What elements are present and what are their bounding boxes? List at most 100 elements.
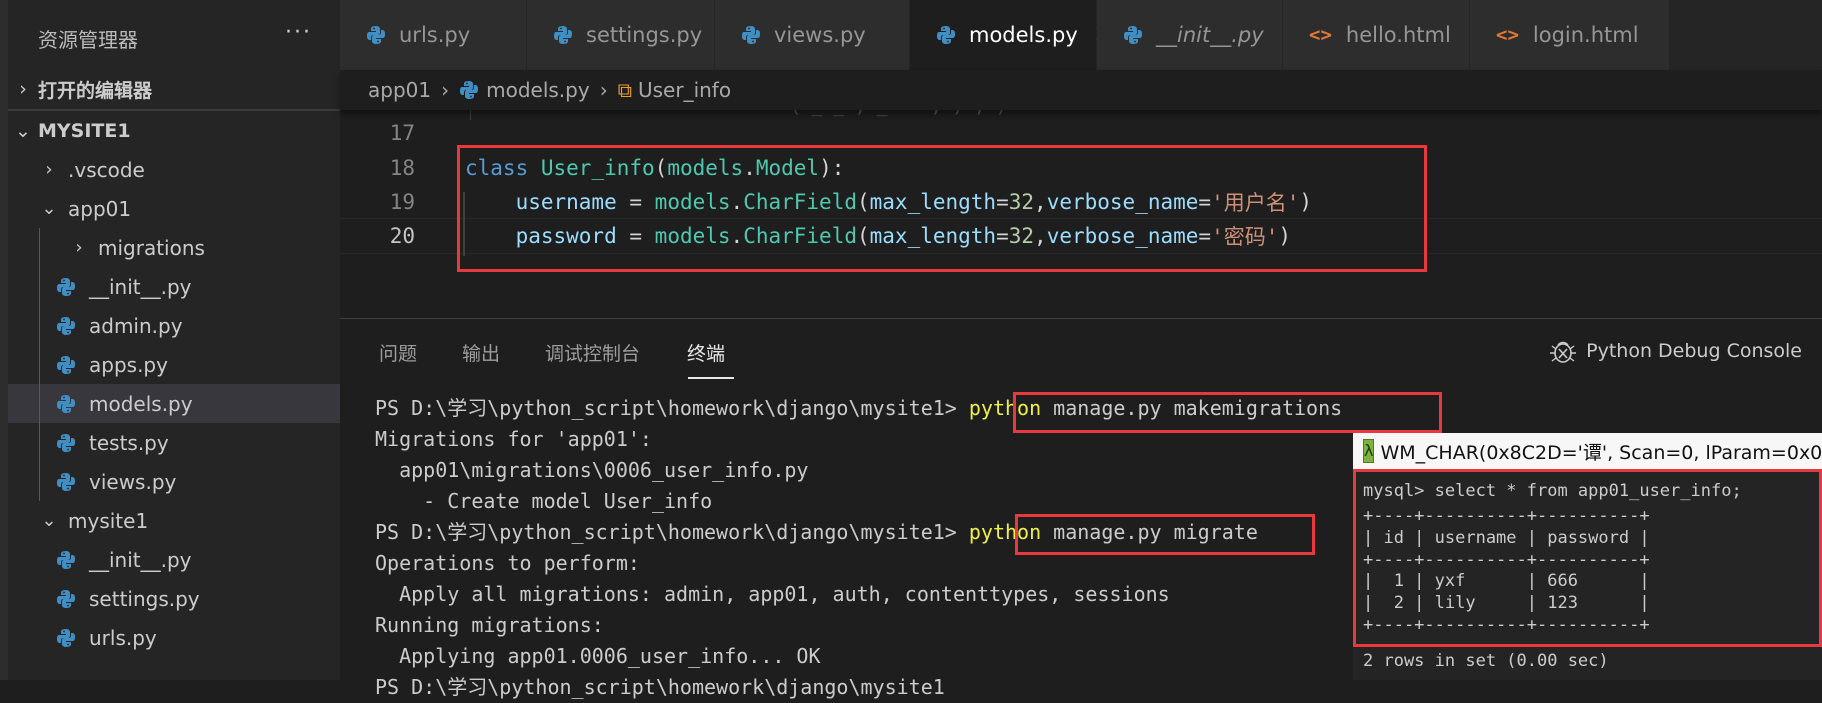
python-file-icon <box>56 433 76 453</box>
terminal-line: Applying app01.0006_user_info... OK <box>375 644 821 668</box>
terminal-line: Operations to perform: <box>375 551 640 575</box>
breadcrumb-symbol[interactable]: User_info <box>638 78 731 102</box>
python-file-icon <box>56 355 76 375</box>
explorer-title: 资源管理器 <box>38 28 138 52</box>
terminal-name: Python Debug Console <box>1586 340 1802 362</box>
python-file-icon <box>56 589 76 609</box>
terminal-output[interactable]: PS D:\学习\python_script\homework\django\m… <box>340 319 1342 699</box>
sidebar-edge <box>0 0 8 680</box>
breadcrumb-file[interactable]: models.py <box>486 78 590 102</box>
highlight-box-makemigrations <box>1013 392 1442 433</box>
tab-urls-py[interactable]: urls.py <box>340 0 527 70</box>
chevron-right-icon: › <box>19 78 27 100</box>
panel-tab-terminal[interactable]: 终端 <box>687 339 725 366</box>
lambda-app-icon: λ <box>1363 439 1375 463</box>
open-editors-label: 打开的编辑器 <box>38 79 153 102</box>
tree-item[interactable]: admin.py <box>8 306 340 345</box>
python-file-icon <box>936 25 956 45</box>
chevron-down-icon: ⌄ <box>41 510 57 531</box>
tab-hello-html[interactable]: <> hello.html <box>1283 0 1470 70</box>
tree-item[interactable]: __init__.py <box>8 267 340 306</box>
terminal-line: PS D:\学习\python_script\homework\django\m… <box>375 675 945 699</box>
tab-settings-py[interactable]: settings.py <box>527 0 715 70</box>
tree-item[interactable]: › migrations <box>8 228 340 267</box>
highlight-box-mysql <box>1353 469 1822 647</box>
tree-item-label: models.py <box>89 391 193 416</box>
python-icon <box>459 80 479 100</box>
section-divider <box>8 109 340 111</box>
class-symbol-icon: ⧉ <box>617 78 632 102</box>
terminal-selector[interactable]: Python Debug Console <box>1548 337 1802 365</box>
tab-label: __init__.py <box>1156 23 1264 47</box>
tree-item-label: settings.py <box>89 586 200 611</box>
tree-item[interactable]: urls.py <box>8 618 340 657</box>
debug-bug-icon <box>1550 341 1577 363</box>
prompt: PS D:\学习\python_script\homework\django\m… <box>375 396 969 420</box>
prompt: PS D:\学习\python_script\homework\django\m… <box>375 520 969 544</box>
tab-label: urls.py <box>399 23 471 47</box>
mysql-output-line: 2 rows in set (0.00 sec) <box>1363 651 1609 671</box>
tree-item-label: urls.py <box>89 625 157 650</box>
tree-item[interactable]: ⌄ app01 <box>8 189 340 228</box>
tree-item[interactable]: views.py <box>8 462 340 501</box>
tree-item-label: __init__.py <box>89 547 192 572</box>
open-editors-section[interactable]: › 打开的编辑器 <box>8 70 340 108</box>
more-actions-button[interactable]: ··· <box>285 20 312 45</box>
chevron-down-icon: ⌄ <box>41 198 57 219</box>
tree-item[interactable]: tests.py <box>8 423 340 462</box>
tree-item[interactable]: settings.py <box>8 579 340 618</box>
tab-label: hello.html <box>1345 23 1451 47</box>
python-file-icon <box>56 628 76 648</box>
tree-item[interactable]: › .vscode <box>8 150 340 189</box>
breadcrumb-folder[interactable]: app01 <box>368 78 431 102</box>
tab-models-py[interactable]: models.py✕ <box>910 0 1114 70</box>
tab-label: models.py <box>969 23 1078 47</box>
line-number: 19 <box>389 190 415 214</box>
panel-tab-debug-console[interactable]: 调试控制台 <box>545 339 640 366</box>
breadcrumb-separator: › <box>599 78 608 102</box>
python-file-icon <box>56 277 76 297</box>
python-file-icon <box>56 550 76 570</box>
tree-item-label: views.py <box>89 469 177 494</box>
tree-item-label: mysite1 <box>68 508 149 533</box>
tree-item-label: admin.py <box>89 313 183 338</box>
chevron-down-icon: ⌄ <box>15 120 31 142</box>
tab-views-py[interactable]: views.py <box>715 0 910 70</box>
python-file-icon <box>56 472 76 492</box>
line-number: 20 <box>389 224 415 248</box>
terminal-line: Migrations for 'app01': <box>375 427 652 451</box>
window-title: WM_CHAR(0x8C2D='谭', Scan=0, lParam=0x000… <box>1380 441 1822 464</box>
tree-indent-guide <box>39 228 40 501</box>
tree-item-label: __init__.py <box>89 274 192 299</box>
tree-item-label: app01 <box>68 196 132 221</box>
tab-login-html[interactable]: <> login.html <box>1470 0 1670 70</box>
tab-label: views.py <box>774 23 866 47</box>
html-file-icon: <> <box>1309 24 1332 46</box>
tree-item-label: apps.py <box>89 352 168 377</box>
panel-tab-output[interactable]: 输出 <box>462 339 500 366</box>
chevron-right-icon: › <box>45 159 53 180</box>
tree-item[interactable]: apps.py <box>8 345 340 384</box>
terminal-line: app01\migrations\0006_user_info.py <box>375 458 809 482</box>
project-label: MYSITE1 <box>38 120 131 142</box>
tree-item[interactable]: models.py <box>8 384 340 423</box>
tree-item-label: migrations <box>98 235 205 260</box>
mysql-console[interactable]: mysql> select * from app01_user_info; +--… <box>1353 469 1822 680</box>
tree-item-label: tests.py <box>89 430 169 455</box>
python-file-icon <box>56 394 76 414</box>
tab-init-py[interactable]: __init__.py <box>1097 0 1283 70</box>
code-editor[interactable]: ( _ _ , _ ' ', ) , ) 17 18 class User_in… <box>340 96 1822 318</box>
python-file-icon <box>56 316 76 336</box>
python-file-icon <box>553 25 573 45</box>
tree-item[interactable]: __init__.py <box>8 540 340 579</box>
terminal-line: - Create model User_info <box>375 489 713 513</box>
explorer-sidebar: 资源管理器 ··· › 打开的编辑器 ⌄ MYSITE1 › .vscode ⌄ ap… <box>0 0 340 680</box>
tree-item[interactable]: ⌄ mysite1 <box>8 501 340 540</box>
tab-label: login.html <box>1532 23 1639 47</box>
chevron-right-icon: › <box>75 237 83 258</box>
highlight-box-migrate <box>1015 514 1315 555</box>
python-file-icon <box>366 25 386 45</box>
console-window-titlebar: λ WM_CHAR(0x8C2D='谭', Scan=0, lParam=0x0… <box>1353 433 1822 469</box>
project-section[interactable]: ⌄ MYSITE1 <box>8 112 340 150</box>
line-number: 17 <box>389 121 415 145</box>
